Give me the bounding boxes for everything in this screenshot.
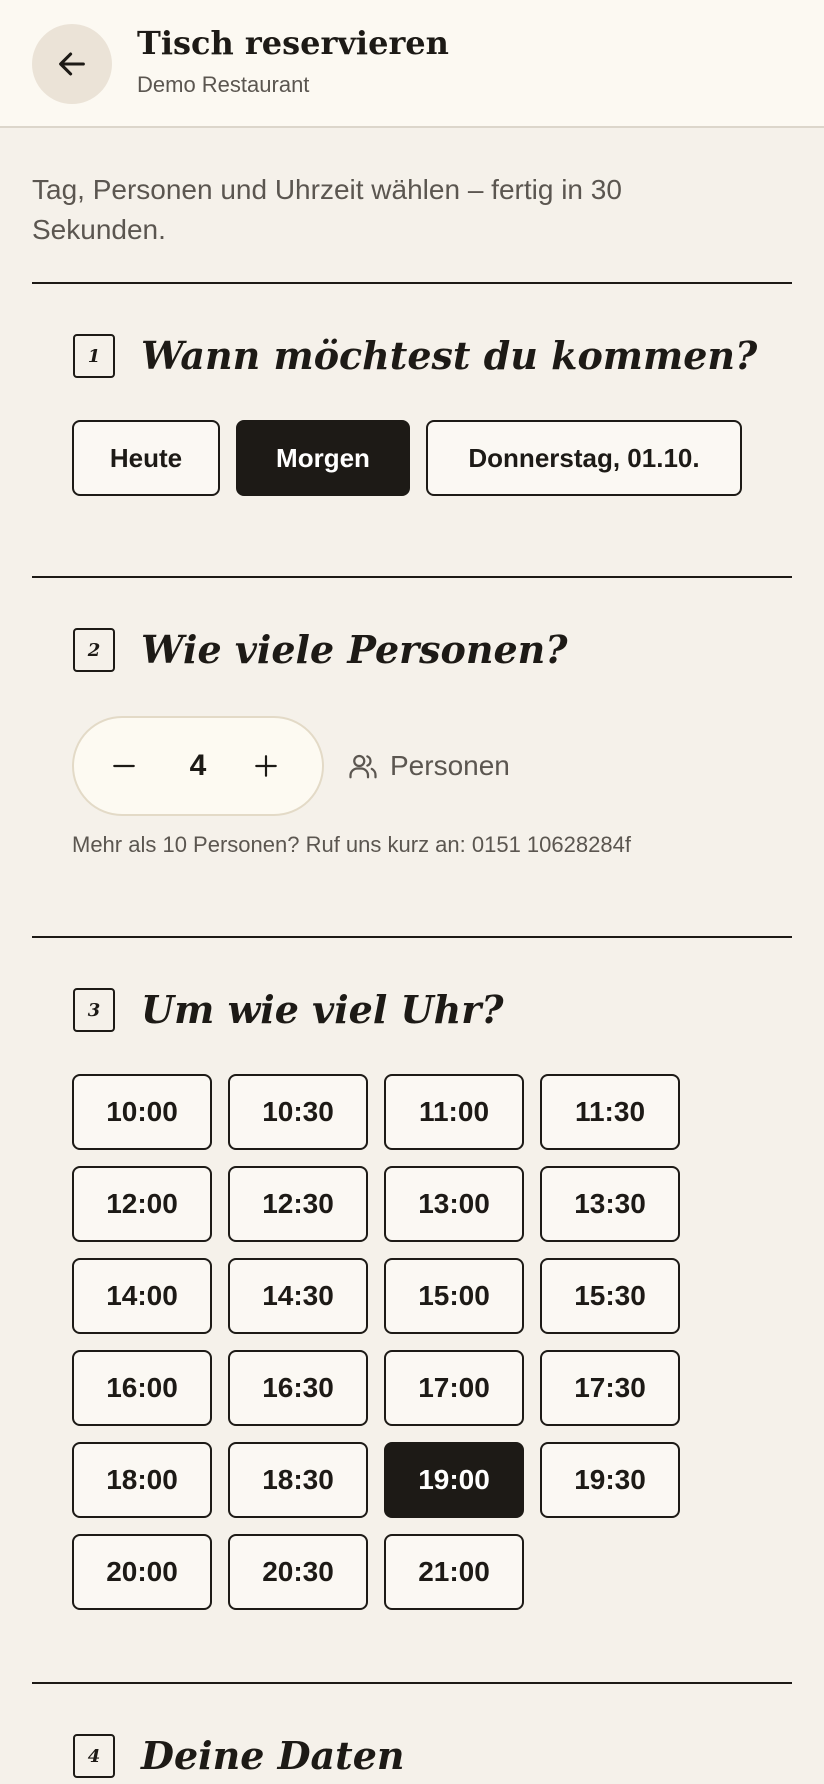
increase-guests-button[interactable]	[238, 738, 294, 794]
step-title-persons: Wie viele Personen?	[141, 627, 568, 672]
page-title: Tisch reservieren	[137, 24, 449, 62]
step-title-details: Deine Daten	[141, 1733, 405, 1778]
time-slot-label: 12:30	[262, 1188, 334, 1219]
time-slot-label: 11:00	[418, 1096, 490, 1127]
time-slot-button[interactable]: 14:00	[72, 1258, 212, 1334]
time-slot-button[interactable]: 14:30	[228, 1258, 368, 1334]
day-chip-label: Morgen	[276, 442, 370, 473]
time-slot-label: 10:30	[262, 1096, 334, 1127]
time-slot-button[interactable]: 13:30	[540, 1166, 680, 1242]
persons-label: Personen	[348, 744, 510, 788]
section-divider	[32, 576, 792, 578]
time-slot-label: 14:30	[262, 1280, 334, 1311]
time-slot-button[interactable]: 18:30	[228, 1442, 368, 1518]
section-divider	[32, 282, 792, 284]
day-chip-label: Heute	[109, 442, 183, 473]
time-slot-label: 13:30	[574, 1188, 646, 1219]
time-slot-button[interactable]: 10:30	[228, 1074, 368, 1150]
step-number-2: 2	[73, 628, 115, 672]
section-divider	[32, 936, 792, 938]
time-slot-label: 10:00	[106, 1096, 178, 1127]
time-slot-button[interactable]: 11:00	[384, 1074, 524, 1150]
guest-count-value: 4	[189, 749, 207, 782]
plus-icon	[255, 755, 277, 777]
minus-icon	[113, 764, 135, 768]
time-slot-button[interactable]: 20:00	[72, 1534, 212, 1610]
restaurant-name: Demo Restaurant	[137, 72, 310, 97]
time-slot-label: 12:00	[106, 1188, 178, 1219]
time-slot-button[interactable]: 11:30	[540, 1074, 680, 1150]
time-slot-label: 17:30	[574, 1372, 646, 1403]
time-slot-button[interactable]: 17:30	[540, 1350, 680, 1426]
decrease-guests-button[interactable]	[96, 738, 152, 794]
guest-count-stepper: 4	[72, 716, 324, 816]
section-divider	[32, 1682, 792, 1684]
app-header: Tisch reservieren Demo Restaurant	[0, 0, 824, 128]
time-slot-button[interactable]: 13:00	[384, 1166, 524, 1242]
time-slot-label: 13:00	[418, 1188, 490, 1219]
time-slot-label: 15:30	[574, 1280, 646, 1311]
large-group-note: Mehr als 10 Personen? Ruf uns kurz an: 0…	[72, 832, 631, 857]
day-chip-today[interactable]: Heute	[72, 420, 220, 496]
step-title-time: Um wie viel Uhr?	[141, 987, 504, 1032]
time-slot-button[interactable]: 18:00	[72, 1442, 212, 1518]
time-slot-button[interactable]: 12:00	[72, 1166, 212, 1242]
time-slot-label: 20:00	[106, 1556, 178, 1587]
time-slot-label: 11:30	[574, 1096, 646, 1127]
time-slot-button[interactable]: 21:00	[384, 1534, 524, 1610]
step-number-4: 4	[73, 1734, 115, 1778]
time-slot-label: 16:00	[106, 1372, 178, 1403]
day-chip-label: Donnerstag, 01.10.	[468, 442, 700, 473]
arrow-left-icon	[59, 52, 85, 76]
time-slot-button[interactable]: 19:30	[540, 1442, 680, 1518]
time-slot-button[interactable]: 12:30	[228, 1166, 368, 1242]
day-chip-thursday[interactable]: Donnerstag, 01.10.	[426, 420, 742, 496]
time-slot-label: 15:00	[418, 1280, 490, 1311]
step-number-1: 1	[73, 334, 115, 378]
users-icon	[349, 754, 377, 779]
time-slot-button[interactable]: 10:00	[72, 1074, 212, 1150]
time-slot-button[interactable]: 15:30	[540, 1258, 680, 1334]
time-slot-label: 16:30	[262, 1372, 334, 1403]
step-number-3: 3	[73, 988, 115, 1032]
time-slot-label: 20:30	[262, 1556, 334, 1587]
time-slot-button[interactable]: 15:00	[384, 1258, 524, 1334]
time-slot-button[interactable]: 16:00	[72, 1350, 212, 1426]
time-slot-label: 18:00	[106, 1464, 178, 1495]
time-slot-button[interactable]: 20:30	[228, 1534, 368, 1610]
day-chip-tomorrow[interactable]: Morgen	[236, 420, 410, 496]
time-slot-button[interactable]: 17:00	[384, 1350, 524, 1426]
time-slot-label: 18:30	[262, 1464, 334, 1495]
intro-text: Tag, Personen und Uhrzeit wählen – ferti…	[32, 174, 622, 245]
time-slot-label: 14:00	[106, 1280, 178, 1311]
time-slot-label: 19:00	[418, 1464, 490, 1495]
time-slot-label: 19:30	[574, 1464, 646, 1495]
persons-unit-label: Personen	[390, 750, 510, 781]
time-slot-button[interactable]: 16:30	[228, 1350, 368, 1426]
time-slot-button[interactable]: 19:00	[384, 1442, 524, 1518]
time-slot-label: 17:00	[418, 1372, 490, 1403]
time-slot-label: 21:00	[418, 1556, 490, 1587]
back-button[interactable]	[32, 24, 112, 104]
step-title-date: Wann möchtest du kommen?	[141, 333, 758, 378]
